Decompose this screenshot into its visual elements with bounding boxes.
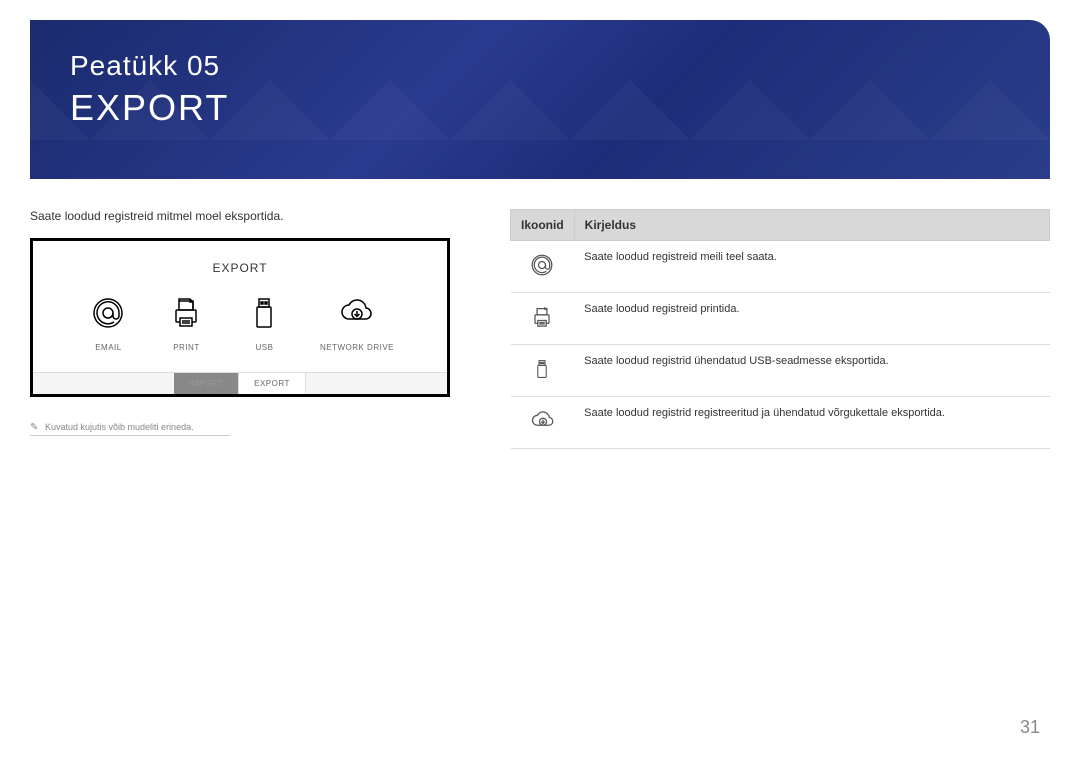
tab-import: IMPORT [174, 373, 238, 394]
row-description: Saate loodud registreid meili teel saata… [574, 241, 1049, 293]
icons-description-table: Ikoonid Kirjeldus [510, 209, 1050, 449]
network-drive-label: NETWORK DRIVE [320, 343, 394, 352]
chapter-label: Peatükk 05 [70, 50, 1010, 82]
email-label: EMAIL [95, 343, 122, 352]
chapter-header: Peatükk 05 EXPORT [30, 20, 1050, 179]
table-row: Saate loodud registreid printida. [511, 293, 1050, 345]
cloud-download-icon [334, 290, 379, 335]
printer-icon [528, 303, 556, 331]
row-description: Saate loodud registrid registreeritud ja… [574, 397, 1049, 449]
chapter-title: EXPORT [70, 87, 1010, 129]
print-label: PRINT [173, 343, 200, 352]
row-description: Saate loodud registreid printida. [574, 293, 1049, 345]
usb-icon [528, 355, 556, 383]
table-row: Saate loodud registrid registreeritud ja… [511, 397, 1050, 449]
export-option-print: PRINT [164, 290, 209, 352]
export-panel-screenshot: EXPORT EMAIL [30, 238, 450, 397]
export-option-network: NETWORK DRIVE [320, 290, 394, 352]
printer-icon [164, 290, 209, 335]
export-tabs: IMPORT EXPORT [33, 372, 447, 394]
email-at-icon [528, 251, 556, 279]
table-row: Saate loodud registreid meili teel saata… [511, 241, 1050, 293]
table-row: Saate loodud registrid ühendatud USB-sea… [511, 345, 1050, 397]
table-header-description: Kirjeldus [574, 210, 1049, 241]
disclaimer-divider [30, 435, 230, 436]
email-at-icon [86, 290, 131, 335]
export-option-usb: USB [242, 290, 287, 352]
export-panel-title: EXPORT [33, 261, 447, 275]
row-description: Saate loodud registrid ühendatud USB-sea… [574, 345, 1049, 397]
table-header-icons: Ikoonid [511, 210, 575, 241]
intro-text: Saate loodud registreid mitmel moel eksp… [30, 209, 450, 223]
usb-label: USB [255, 343, 273, 352]
export-option-email: EMAIL [86, 290, 131, 352]
tab-export: EXPORT [238, 373, 306, 394]
disclaimer-text: Kuvatud kujutis võib mudeliti erineda. [30, 422, 450, 432]
usb-icon [242, 290, 287, 335]
page-number: 31 [1020, 717, 1040, 738]
cloud-download-icon [528, 407, 556, 435]
